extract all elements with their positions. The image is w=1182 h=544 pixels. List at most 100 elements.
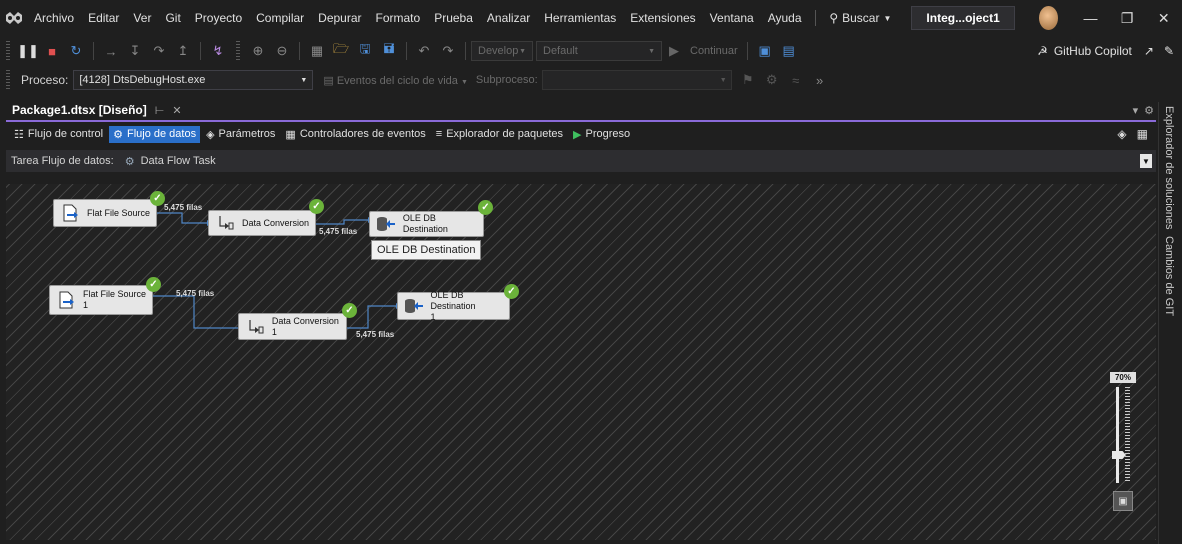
menu-ventana[interactable]: Ventana [703, 0, 761, 36]
save-icon[interactable]: 🖫 [355, 41, 375, 61]
threads-icon[interactable]: ⚙ [762, 70, 782, 90]
zoom-slider[interactable] [1112, 387, 1133, 483]
menu-extensiones[interactable]: Extensiones [623, 0, 702, 36]
tab-package1[interactable]: Package1.dtsx [Diseño] ⊢ ✕ [6, 100, 188, 120]
flat-file-source-icon [55, 289, 77, 311]
menu-prueba[interactable]: Prueba [427, 0, 480, 36]
search-button[interactable]: ⚲ Buscar ▼ [821, 11, 899, 25]
lifecycle-events-button[interactable]: ▤ Eventos del ciclo de vida ▼ [319, 74, 472, 87]
new-project-icon[interactable]: ▦ [307, 41, 327, 61]
continue-button[interactable]: Continuar [686, 45, 742, 57]
menu-git[interactable]: Git [158, 0, 187, 36]
menu-divider [814, 10, 816, 26]
stop-icon[interactable]: ■ [42, 41, 62, 61]
settings-icon[interactable]: ⚙ [1144, 104, 1154, 117]
stack-frame-icon[interactable]: ≈ [786, 70, 806, 90]
data-flow-icon: ⚙ [113, 128, 123, 141]
menu-editar[interactable]: Editar [81, 0, 126, 36]
tab-list-icon[interactable]: ▾ [1133, 104, 1139, 117]
play-icon[interactable]: ▶ [664, 41, 684, 61]
data-conversion[interactable]: Data Conversion [208, 210, 316, 236]
feedback-icon[interactable]: ✎ [1164, 44, 1174, 58]
solution-name-chip[interactable]: Integ...oject1 [911, 6, 1015, 30]
redo-icon[interactable]: ↷ [438, 41, 458, 61]
configuration-combo[interactable]: Default ▼ [536, 41, 662, 61]
save-all-icon[interactable]: 🖬 [379, 41, 399, 61]
menu-herramientas[interactable]: Herramientas [537, 0, 623, 36]
navigate-forward-icon[interactable]: ⊖ [272, 41, 292, 61]
toolbar-grip-3[interactable] [6, 70, 10, 90]
menu-compilar[interactable]: Compilar [249, 0, 311, 36]
zoom-fit-icon[interactable]: ▣ [1113, 491, 1133, 511]
standard-toolbar: ❚❚ ■ ↻ → ↧ ↷ ↥ ↯ ⊕ ⊖ ▦ 🗁 🖫 🖬 ↶ ↷ Develop… [0, 36, 1182, 66]
zoom-slider-thumb[interactable] [1112, 451, 1126, 459]
pin-icon[interactable]: ⊢ [155, 104, 165, 117]
ole-db-destination-1[interactable]: OLE DB Destination [369, 211, 484, 237]
menu-ayuda[interactable]: Ayuda [761, 0, 809, 36]
grid-view-icon[interactable]: ▦ [1137, 127, 1148, 141]
undo-icon[interactable]: ↶ [414, 41, 434, 61]
open-file-icon[interactable]: 🗁 [331, 41, 351, 61]
menu-depurar[interactable]: Depurar [311, 0, 368, 36]
pause-icon[interactable]: ❚❚ [17, 41, 39, 61]
restart-icon[interactable]: ↻ [66, 41, 86, 61]
row-count-label: 5,475 filas [164, 203, 203, 212]
chevron-down-icon: ▼ [883, 13, 892, 23]
minimize-button[interactable]: — [1072, 0, 1109, 36]
step-over-icon[interactable]: ↷ [149, 41, 169, 61]
chevron-down-icon[interactable]: ▼ [1140, 154, 1152, 168]
tab-progress[interactable]: ▶ Progreso [569, 126, 634, 143]
navigate-back-icon[interactable]: ⊕ [248, 41, 268, 61]
branch-combo[interactable]: Develop ▼ [471, 41, 533, 61]
step-into-icon[interactable]: ↧ [125, 41, 145, 61]
restore-button[interactable]: ❐ [1109, 0, 1146, 36]
tab-parameters[interactable]: ◈ Parámetros [202, 126, 279, 143]
avatar[interactable] [1038, 6, 1058, 30]
tab-event-handlers[interactable]: ▦ Controladores de eventos [281, 126, 429, 143]
github-copilot-button[interactable]: ☭ GitHub Copilot ↗ ✎ [1037, 44, 1182, 58]
menu-ver[interactable]: Ver [126, 0, 158, 36]
toolbar-grip[interactable] [6, 41, 10, 61]
process-combo[interactable]: [4128] DtsDebugHost.exe ▼ [73, 70, 314, 90]
path-conv1-dst1 [315, 219, 368, 225]
hot-reload-icon[interactable]: ↯ [208, 41, 228, 61]
close-button[interactable]: ✕ [1145, 0, 1182, 36]
close-icon[interactable]: ✕ [172, 104, 181, 117]
tab-git-changes[interactable]: Cambios de GIT [1163, 236, 1175, 316]
debug-target-icon[interactable]: ▣ [755, 41, 775, 61]
data-conversion-1[interactable]: Data Conversion 1 [238, 313, 347, 340]
flat-file-source-2[interactable]: Flat File Source 1 [49, 285, 153, 315]
chevron-down-icon: ▼ [300, 76, 308, 84]
tab-control-flow[interactable]: ☷ Flujo de control [10, 126, 107, 143]
variables-icon[interactable]: ◈ [1117, 127, 1126, 141]
tab-data-flow[interactable]: ⚙ Flujo de datos [109, 125, 201, 143]
chevron-down-icon: ▼ [719, 76, 727, 84]
title-bar: Archivo Editar Ver Git Proyecto Compilar… [0, 0, 1182, 36]
show-next-statement-icon[interactable]: → [101, 41, 121, 61]
menu-proyecto[interactable]: Proyecto [188, 0, 249, 36]
menu-analizar[interactable]: Analizar [480, 0, 537, 36]
data-flow-task-combo[interactable]: ⚙ Data Flow Task [119, 151, 1140, 171]
menu-formato[interactable]: Formato [369, 0, 428, 36]
tab-tools: ▾ ⚙ [1133, 104, 1154, 117]
data-flow-canvas[interactable]: Flat File Source ✓ 5,475 filas Data Conv… [6, 184, 1156, 540]
toolbar-overflow-icon[interactable]: » [810, 70, 830, 90]
windows-layout-icon[interactable]: ▤ [779, 41, 799, 61]
tab-package-explorer[interactable]: ≡ Explorador de paquetes [432, 126, 567, 142]
tab-solution-explorer[interactable]: Explorador de soluciones [1163, 106, 1175, 230]
zoom-level: 70% [1110, 372, 1136, 383]
row-count-label: 5,475 filas [356, 330, 395, 339]
toolbar-grip-2[interactable] [236, 41, 240, 61]
share-icon[interactable]: ↗ [1144, 44, 1154, 58]
ole-db-destination-icon [375, 213, 397, 235]
flat-file-source-1[interactable]: Flat File Source [53, 199, 157, 227]
step-out-icon[interactable]: ↥ [173, 41, 193, 61]
flat-file-source-icon [59, 202, 81, 224]
data-flow-task-icon: ⚙ [124, 155, 135, 168]
subprocess-combo[interactable]: ▼ [541, 70, 732, 90]
search-icon: ⚲ [829, 11, 839, 25]
ole-db-destination-2[interactable]: OLE DB Destination 1 [397, 290, 510, 322]
menu-archivo[interactable]: Archivo [27, 0, 81, 36]
flag-icon[interactable]: ⚑ [738, 70, 758, 90]
package-explorer-icon: ≡ [435, 128, 443, 140]
